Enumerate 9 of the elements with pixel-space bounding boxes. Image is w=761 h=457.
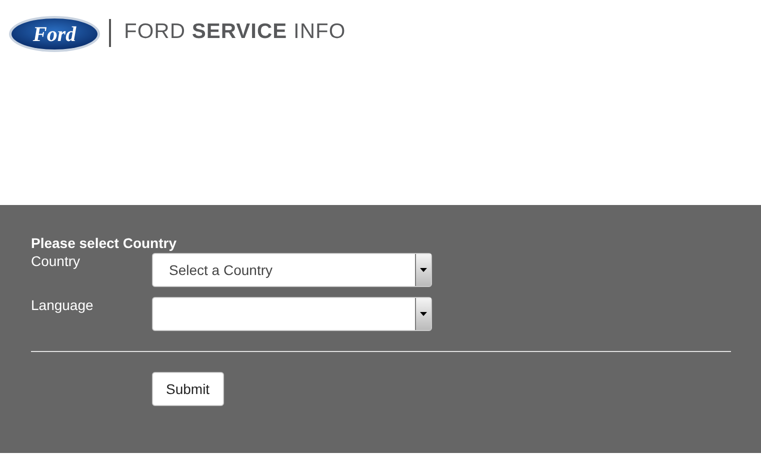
dropdown-value: Select a Country	[168, 260, 272, 280]
field-label: Language	[31, 297, 94, 313]
submit-button[interactable]: Submit	[152, 372, 224, 406]
logo-text: Ford	[32, 22, 76, 46]
field-label: Country	[31, 253, 82, 269]
form-heading: Please select Country	[31, 235, 178, 251]
dropdown-field[interactable]: Select a Country	[152, 253, 432, 287]
site-title: FORD SERVICE INFO	[124, 21, 346, 42]
dropdown-field[interactable]	[152, 297, 432, 331]
